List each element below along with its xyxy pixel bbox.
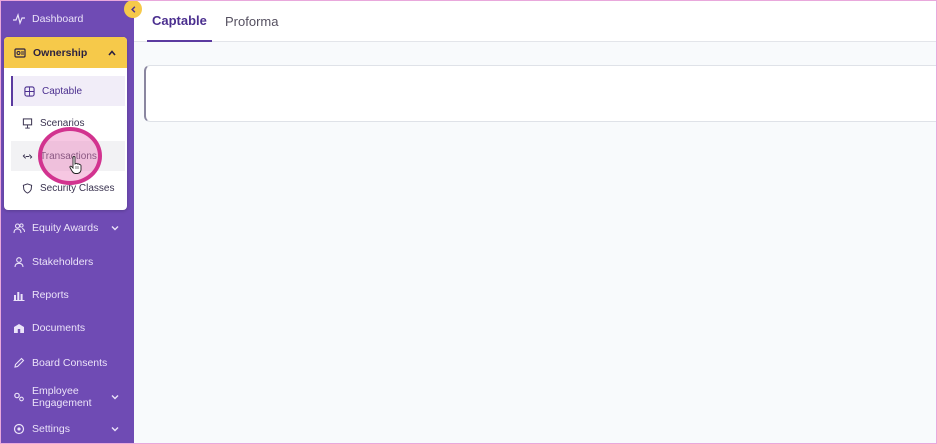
bar-chart-icon [12,288,26,302]
tab-proforma[interactable]: Proforma [225,0,278,42]
tab-label: Captable [152,12,207,28]
grid-icon [23,85,35,97]
tab-label: Proforma [225,13,279,29]
sidebar-item-settings[interactable]: Settings [0,416,134,442]
ownership-label: Ownership [33,46,88,59]
sidebar-item-label: Employee Engagement [32,385,92,409]
tab-captable[interactable]: Captable [147,0,212,42]
sidebar-item-label: Dashboard [32,13,84,25]
main-content: Captable Proforma [134,0,937,444]
sidebar: Dashboard Ownership Captable Scenarios T… [0,0,134,444]
sidebar-item-label: Board Consents [32,357,108,369]
sidebar-item-label: Reports [32,289,69,301]
users-icon [12,221,26,235]
gears-icon [12,390,26,404]
sidebar-item-label: Stakeholders [32,256,94,268]
sidebar-item-employee-engagement[interactable]: Employee Engagement [0,383,134,411]
link-icon [21,150,33,162]
collapse-sidebar-button[interactable] [124,0,142,18]
sidebar-item-documents[interactable]: Documents [0,315,134,341]
chevron-up-icon [107,48,117,58]
chevron-down-icon [110,424,120,434]
sidebar-item-ownership[interactable]: Ownership [4,37,127,68]
hand-cursor-icon [69,156,82,174]
sidebar-item-label: Settings [32,423,70,435]
presentation-icon [21,117,33,129]
building-icon [12,321,26,335]
chevron-down-icon [110,392,120,402]
activity-icon [12,12,26,26]
sidebar-item-label: Documents [32,322,86,334]
sidebar-item-dashboard[interactable]: Dashboard [0,6,134,32]
shield-icon [21,182,33,194]
chevron-down-icon [110,223,120,233]
employee-engagement-line2: Engagement [32,397,92,409]
sidebar-item-label: Equity Awards [32,222,99,234]
pen-icon [12,356,26,370]
sidebar-item-board-consents[interactable]: Board Consents [0,350,134,376]
sub-item-captable[interactable]: Captable [11,76,125,106]
employee-engagement-line1: Employee [32,385,79,397]
ownership-icon [13,46,27,60]
person-icon [12,255,26,269]
tab-bar: Captable Proforma [134,0,937,42]
sub-item-label: Captable [42,85,83,97]
chevron-left-icon [129,5,138,14]
sidebar-item-reports[interactable]: Reports [0,282,134,308]
content-card [144,65,937,122]
settings-icon [12,422,26,436]
sidebar-item-stakeholders[interactable]: Stakeholders [0,249,134,275]
sidebar-item-equity-awards[interactable]: Equity Awards [0,215,134,241]
